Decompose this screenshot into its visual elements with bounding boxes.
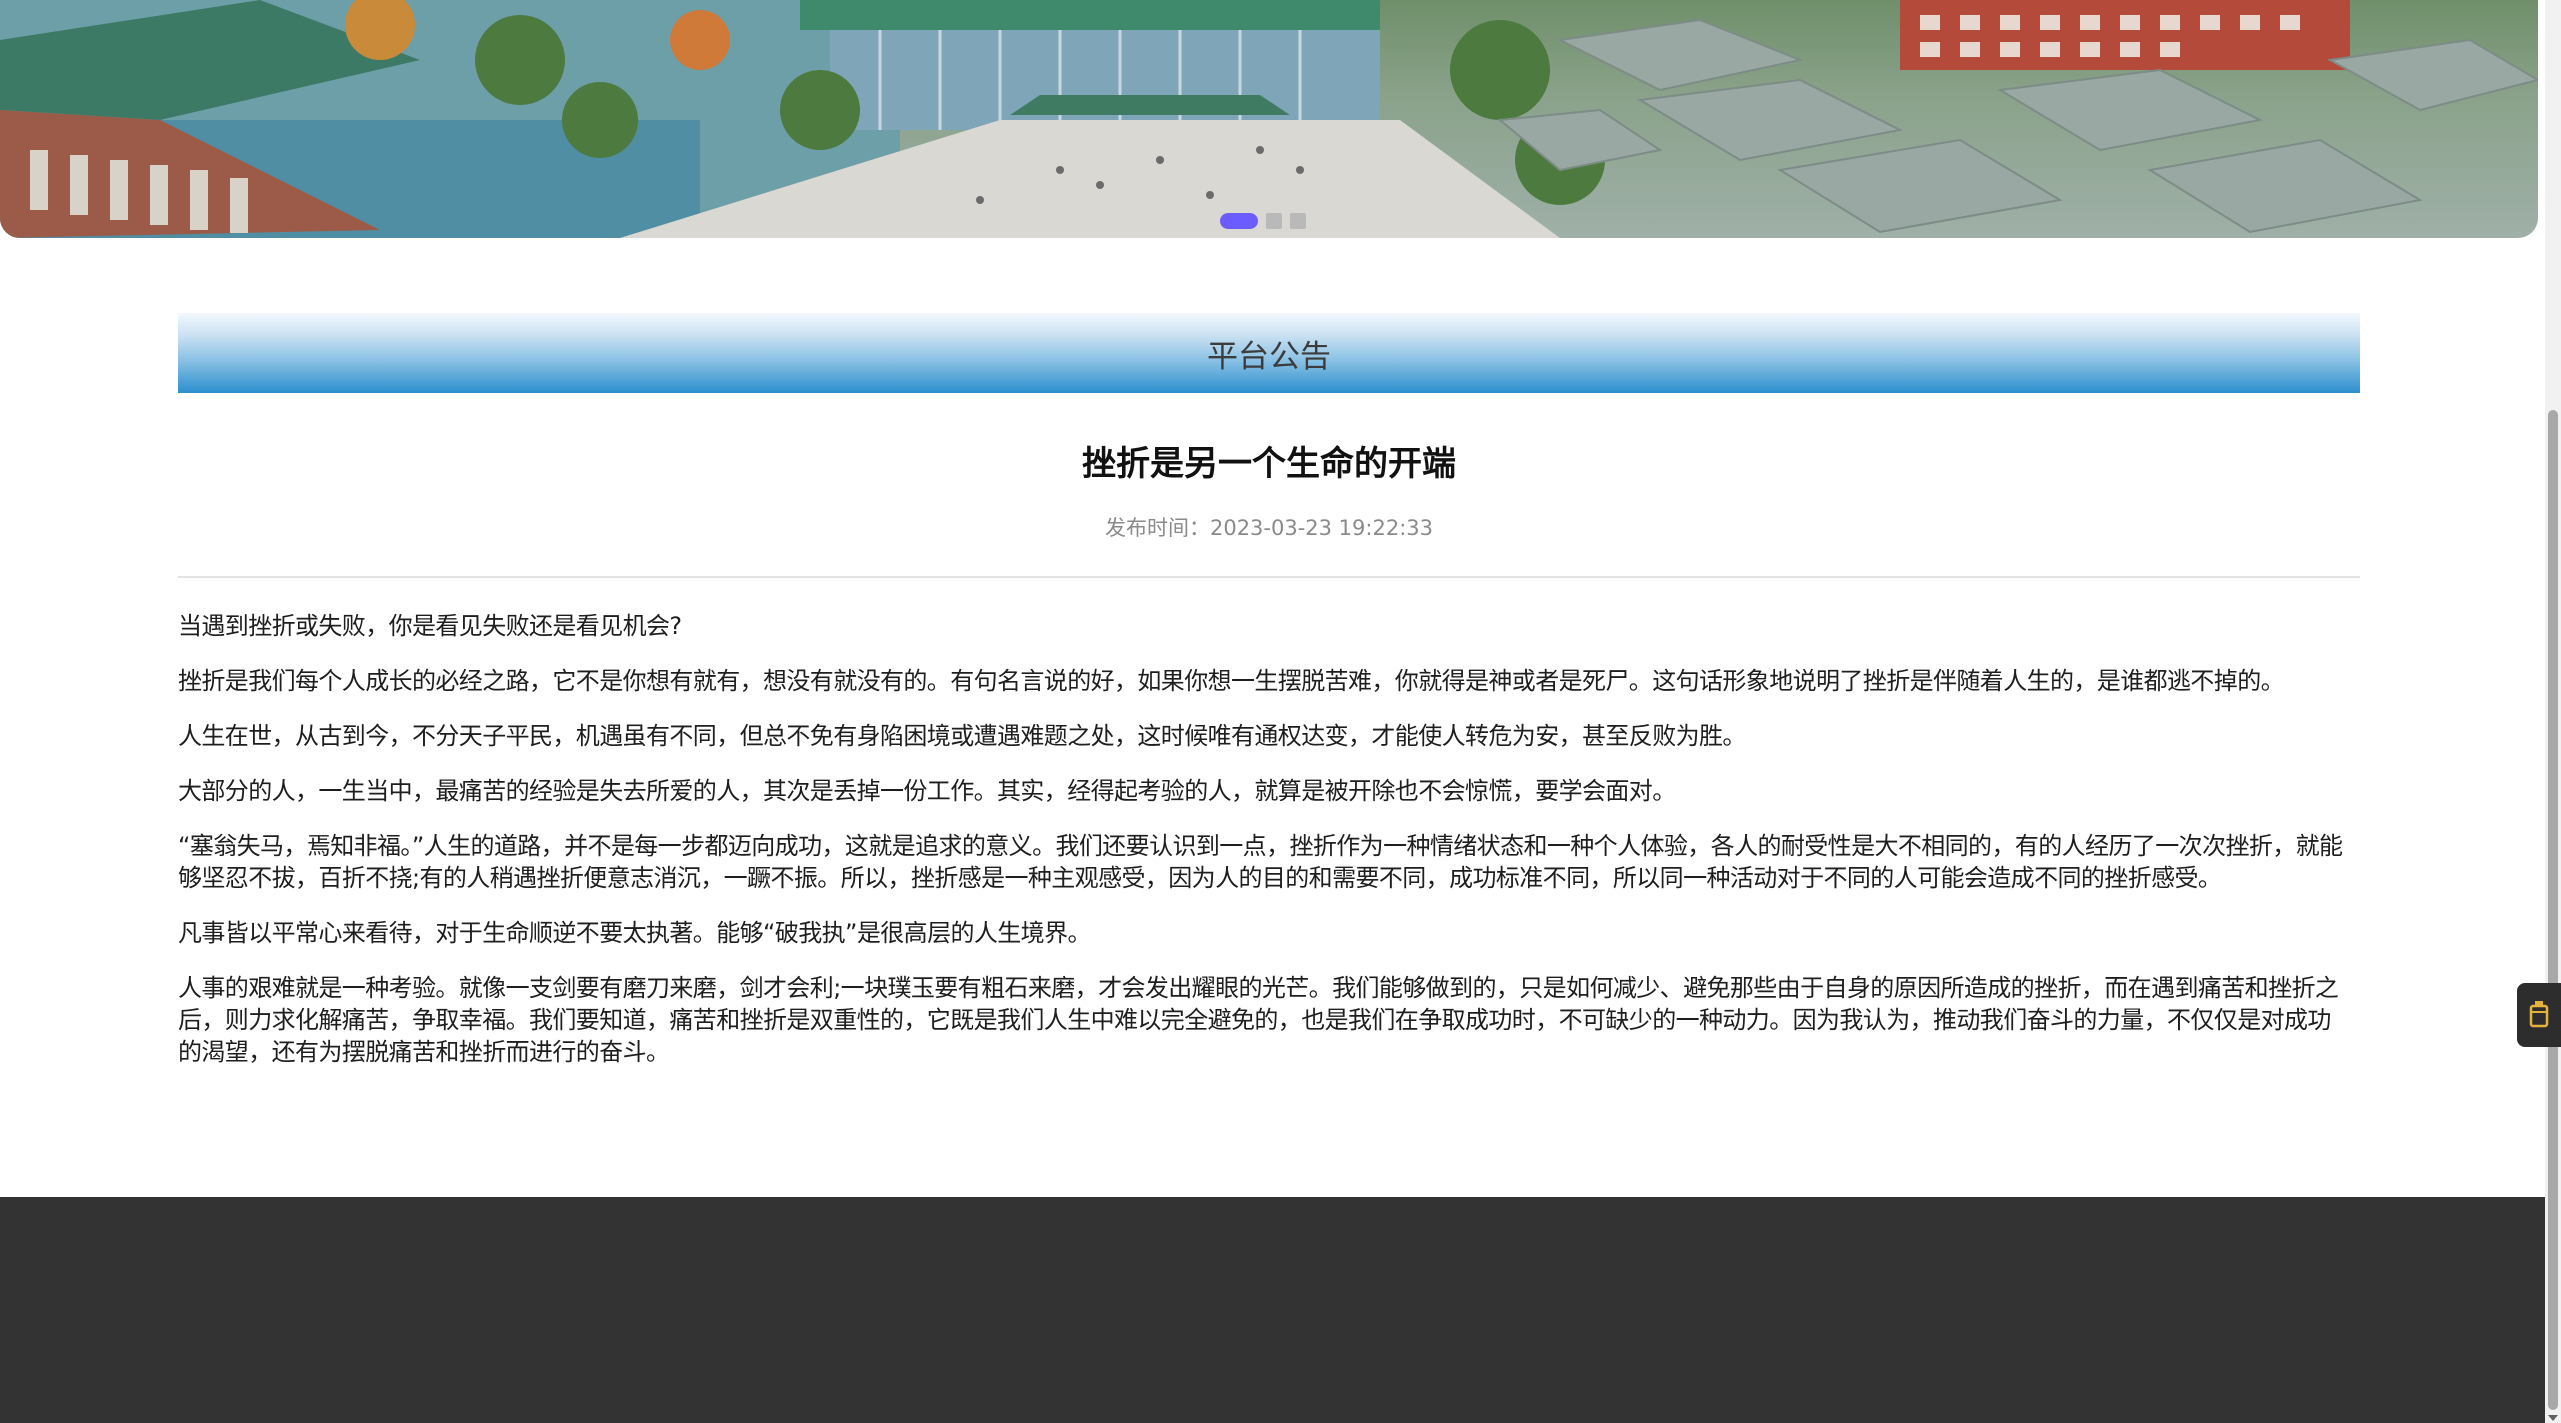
- carousel-dot-2[interactable]: [1266, 213, 1282, 229]
- carousel-indicators: [1220, 213, 1306, 229]
- article-paragraph: 凡事皆以平常心来看待，对于生命顺逆不要太执著。能够“破我执”是很高层的人生境界。: [178, 919, 1091, 947]
- publish-time-label: 发布时间：: [1104, 516, 1210, 540]
- article-paragraph: “塞翁失马，焉知非福。”人生的道路，并不是每一步都迈向成功，这就是追求的意义。我…: [178, 832, 2343, 892]
- scrollbar-thumb[interactable]: [2548, 410, 2558, 1410]
- article-title: 挫折是另一个生命的开端: [1082, 444, 1456, 484]
- page-footer: [0, 1197, 2545, 1423]
- cup-icon: [2529, 1001, 2549, 1028]
- carousel-dot-1[interactable]: [1220, 213, 1258, 229]
- floating-side-button[interactable]: [2517, 983, 2561, 1047]
- article-publish-time: 发布时间：2023-03-23 19:22:33: [178, 512, 2360, 542]
- title-divider: [178, 576, 2360, 578]
- banner-carousel[interactable]: [0, 0, 2538, 238]
- article-paragraph: 挫折是我们每个人成长的必经之路，它不是你想有就有，想没有就没有的。有句名言说的好…: [178, 667, 2285, 695]
- banner-image: [0, 0, 2538, 238]
- carousel-dot-3[interactable]: [1290, 213, 1306, 229]
- article-paragraph: 当遇到挫折或失败，你是看见失败还是看见机会?: [178, 612, 682, 640]
- article-paragraph: 人生在世，从古到今，不分天子平民，机遇虽有不同，但总不免有身陷困境或遭遇难题之处…: [178, 722, 1746, 750]
- article-body: 当遇到挫折或失败，你是看见失败还是看见机会? 挫折是我们每个人成长的必经之路，它…: [178, 610, 2348, 1091]
- notice-section-title: 平台公告: [1207, 338, 1331, 375]
- publish-time-value: 2023-03-23 19:22:33: [1209, 516, 1434, 540]
- article-paragraph: 大部分的人，一生当中，最痛苦的经验是失去所爱的人，其次是丢掉一份工作。其实，经得…: [178, 777, 1676, 805]
- scroll-down-arrow-icon[interactable]: [2548, 1415, 2558, 1421]
- article-paragraph: 人事的艰难就是一种考验。就像一支剑要有磨刀来磨，剑才会利;一块璞玉要有粗石来磨，…: [178, 974, 2339, 1066]
- notice-section-header: 平台公告: [178, 313, 2360, 393]
- vertical-scrollbar[interactable]: [2545, 0, 2561, 1423]
